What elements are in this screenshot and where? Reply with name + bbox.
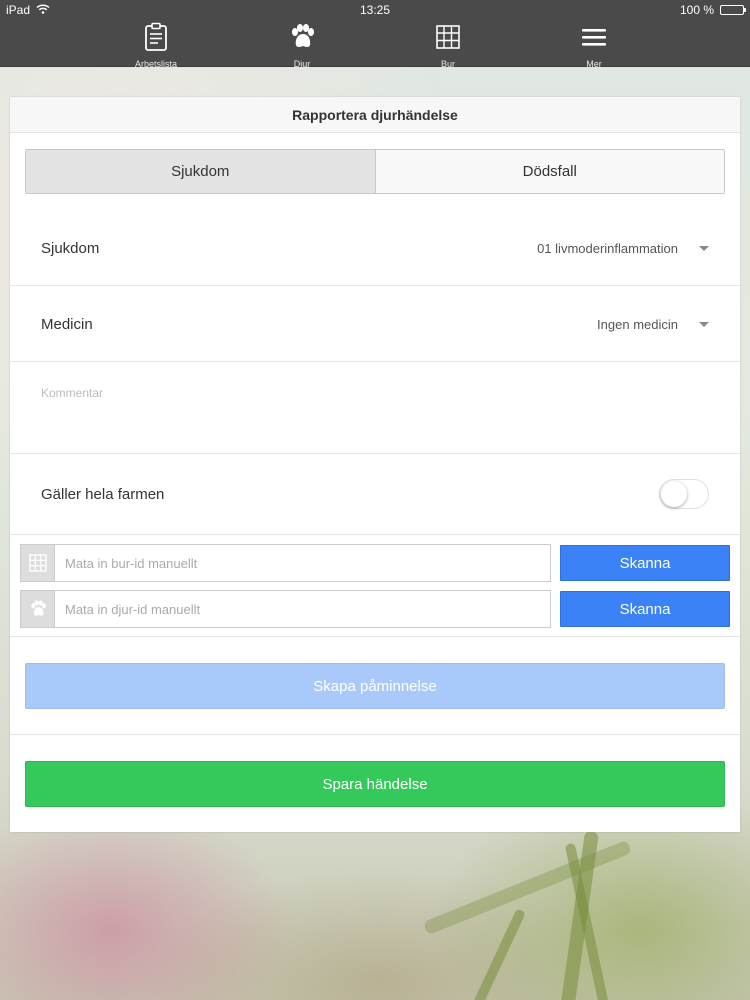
tab-label: Bur [440, 59, 455, 69]
animal-id-input[interactable] [54, 590, 551, 628]
grid-icon [20, 544, 55, 582]
comment-field[interactable]: Kommentar [10, 362, 740, 454]
tab-bur[interactable]: Bur [375, 20, 521, 69]
status-bar: iPad 13:25 100 % [0, 0, 750, 20]
comment-placeholder: Kommentar [41, 386, 104, 400]
report-event-card: Rapportera djurhändelse Sjukdom Dödsfall… [10, 97, 740, 832]
tab-label: Mer [586, 59, 602, 69]
chevron-down-icon [699, 246, 709, 251]
medicine-label: Medicin [41, 316, 93, 333]
event-type-segmented: Sjukdom Dödsfall [25, 149, 725, 194]
medicine-select-row[interactable]: Medicin Ingen medicin [10, 286, 740, 362]
cage-id-row: Skanna [20, 544, 730, 582]
create-reminder-button[interactable]: Skapa påminnelse [25, 663, 725, 709]
battery-icon [720, 5, 746, 15]
disease-select-row[interactable]: Sjukdom 01 livmoderinflammation [10, 210, 740, 286]
tab-label: Djur [293, 59, 311, 69]
scan-cage-button[interactable]: Skanna [560, 545, 730, 581]
whole-farm-row: Gäller hela farmen [10, 454, 740, 535]
paw-icon [287, 20, 317, 57]
save-event-button[interactable]: Spara händelse [25, 761, 725, 807]
paw-icon [20, 590, 55, 628]
whole-farm-label: Gäller hela farmen [41, 486, 165, 503]
status-time: 13:25 [359, 3, 391, 17]
tab-arbetslista[interactable]: Arbetslista [83, 20, 229, 69]
tab-djur[interactable]: Djur [229, 20, 375, 69]
card-title: Rapportera djurhändelse [10, 97, 740, 133]
battery-percent: 100 % [679, 3, 714, 17]
grid-icon [434, 20, 462, 57]
chevron-down-icon [699, 322, 709, 327]
menu-icon [580, 20, 608, 57]
scan-animal-button[interactable]: Skanna [560, 591, 730, 627]
whole-farm-toggle[interactable] [659, 479, 709, 509]
tab-mer[interactable]: Mer [521, 20, 667, 69]
disease-label: Sjukdom [41, 240, 100, 257]
segment-dodsfall[interactable]: Dödsfall [375, 150, 724, 193]
toggle-knob [661, 481, 687, 507]
clipboard-icon [143, 20, 169, 57]
cage-id-input[interactable] [54, 544, 551, 582]
tab-bar: Arbetslista Djur Bur Mer [0, 20, 750, 69]
segment-sjukdom[interactable]: Sjukdom [26, 150, 376, 193]
disease-value: 01 livmoderinflammation [537, 241, 678, 256]
tab-label: Arbetslista [134, 59, 178, 69]
animal-id-row: Skanna [20, 590, 730, 628]
medicine-value: Ingen medicin [597, 317, 678, 332]
